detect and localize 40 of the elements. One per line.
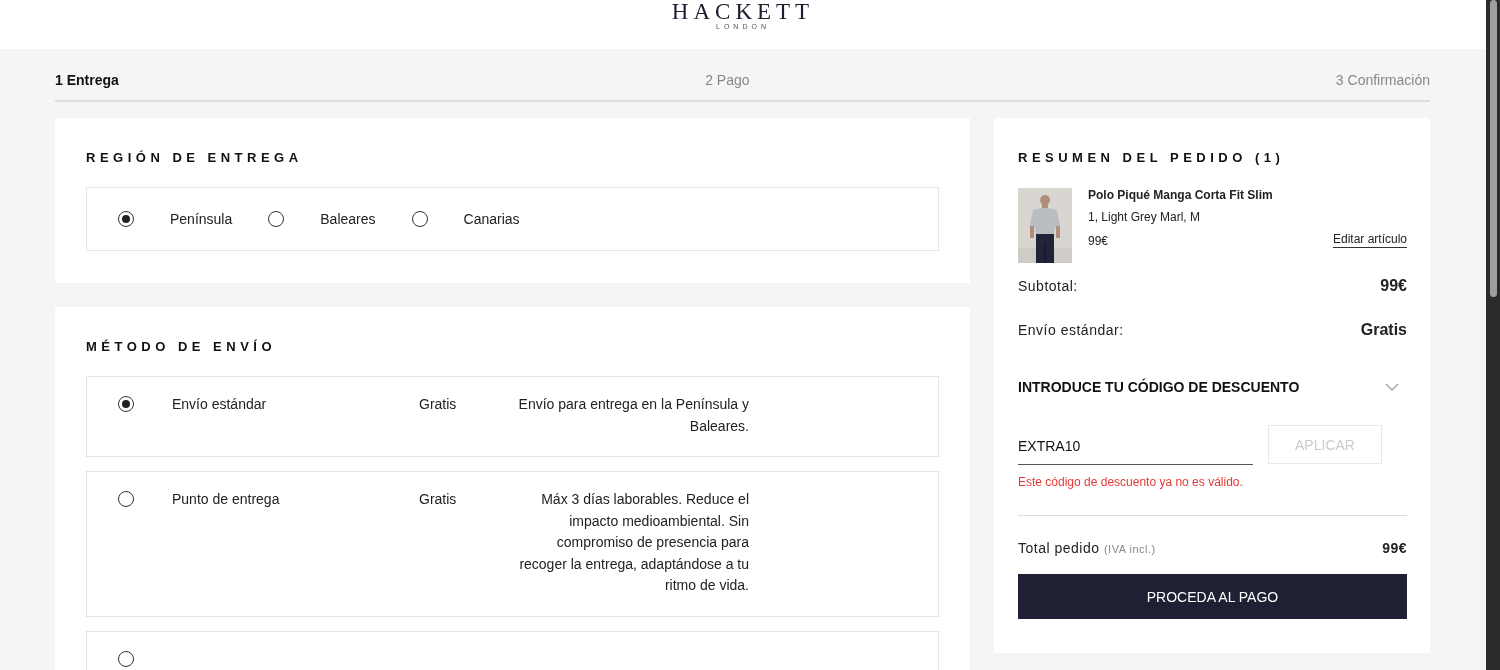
chevron-down-icon	[1385, 383, 1399, 391]
section-title: MÉTODO DE ENVÍO	[86, 339, 278, 354]
total-label: Total pedido (IVA incl.)	[1018, 540, 1156, 556]
shipping-price: Gratis	[419, 395, 458, 414]
summary-value: Gratis	[1360, 321, 1407, 339]
shipping-option[interactable]: Punto de entrega Gratis Máx 3 días laborables. Reduce el impacto medioambiental. Sin compromiso de presencia para recoger la entrega, adaptándose a tu ritmo de vida.	[86, 471, 939, 617]
shipping-name: Envío estándar	[172, 395, 268, 414]
product-variant: 1, Light Grey Marl, M	[1088, 210, 1202, 224]
summary-label: Subtotal:	[1018, 278, 1078, 294]
shipping-name: Punto de entrega	[172, 490, 281, 509]
checkout-step: 1 Entrega	[55, 72, 119, 88]
checkout-step: 3 Confirmación	[1335, 72, 1430, 88]
summary-value: 99€	[1380, 277, 1407, 295]
discount-toggle[interactable]: INTRODUCE TU CÓDIGO DE DESCUENTO	[1018, 379, 1407, 395]
error-message: Este código de descuento ya no es válido.	[1018, 475, 1244, 489]
radio-button[interactable]	[118, 491, 134, 507]
checkout-button[interactable]: PROCEDA AL PAGO	[1018, 574, 1407, 619]
total-value: 99€	[1382, 540, 1407, 556]
summary-label: Envío estándar:	[1018, 322, 1124, 338]
radio-label[interactable]: Canarias	[463, 211, 520, 227]
scrollbar[interactable]	[1486, 0, 1500, 670]
shipping-description: Máx 3 días laborables. Reduce el impacto medioambiental. Sin compromiso de presencia para recoger la entrega, adaptándose a tu ritmo de vida.	[518, 490, 749, 595]
section-title: RESUMEN DEL PEDIDO (1)	[1018, 150, 1286, 165]
shipping-description: Envío para entrega en la Península y Baleares.	[517, 395, 749, 436]
radio-label[interactable]: Baleares	[320, 211, 376, 227]
radio-button[interactable]	[118, 211, 134, 227]
radio-button[interactable]	[118, 396, 134, 412]
product-price: 99€	[1088, 234, 1109, 248]
section-title: REGIÓN DE ENTREGA	[86, 150, 304, 165]
radio-button[interactable]	[411, 211, 428, 227]
discount-code-field[interactable]: EXTRA10	[1018, 434, 1253, 465]
radio-label[interactable]: Península	[170, 211, 233, 227]
radio-button[interactable]	[118, 650, 134, 667]
radio-button[interactable]	[268, 211, 285, 227]
shipping-price: Gratis	[419, 490, 458, 509]
discount-title: INTRODUCE TU CÓDIGO DE DESCUENTO	[1018, 379, 1300, 395]
edit-item-link[interactable]: Editar artículo	[1332, 232, 1407, 248]
checkout-step: 2 Pago	[705, 72, 750, 88]
shipping-option[interactable]: Envío estándar Gratis Envío para entrega en la Península y Baleares.	[86, 376, 939, 457]
product-name: Polo Piqué Manga Corta Fit Slim	[1088, 188, 1274, 202]
